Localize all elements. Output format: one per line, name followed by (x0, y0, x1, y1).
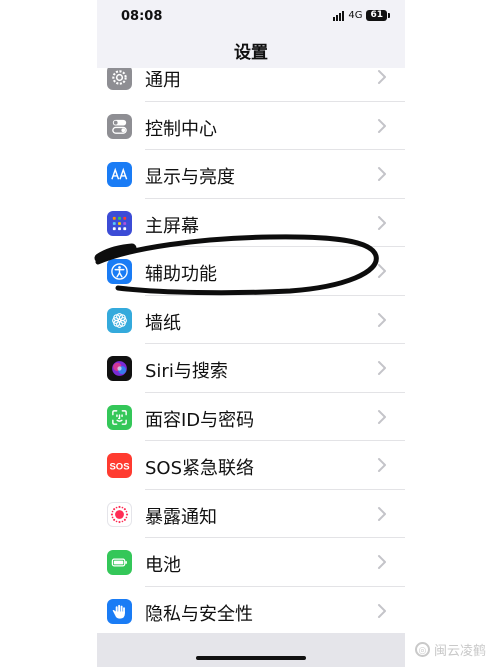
chevron-right-icon (378, 458, 386, 472)
settings-row-face-id-passcode[interactable]: 面容ID与密码 (97, 393, 405, 441)
chevron-right-icon (378, 361, 386, 375)
settings-row-label: 面容ID与密码 (145, 409, 255, 431)
chevron-right-icon (378, 312, 386, 327)
settings-row-label: SOS紧急联络 (145, 458, 255, 479)
chevron-right-icon (378, 215, 386, 230)
siri-icon (107, 356, 132, 381)
text-size-icon (107, 162, 132, 187)
settings-row-label: 控制中心 (145, 118, 217, 140)
settings-row-label: 通用 (145, 70, 181, 91)
status-time: 08:08 (121, 9, 163, 24)
settings-row-display-brightness[interactable]: 显示与亮度 (97, 150, 405, 199)
settings-list: 通用 控制中心 显示与亮度 主屏幕 辅助功能 墙纸 Siri与搜索 面容ID与密… (97, 68, 405, 633)
settings-row-exposure-notifications[interactable]: 暴露通知 (97, 490, 405, 538)
watermark-logo-icon: ◎ (414, 642, 430, 657)
face-id-icon (107, 404, 132, 430)
chevron-right-icon (378, 264, 386, 278)
signal-icon (333, 10, 345, 21)
settings-row-privacy-security[interactable]: 隐私与安全性 (97, 587, 405, 634)
settings-row-label: 暴露通知 (145, 506, 217, 528)
settings-row-general[interactable]: 通用 (97, 68, 405, 102)
home-grid-icon (107, 210, 132, 236)
watermark-text: 闽云凌鹤 (433, 644, 486, 659)
settings-row-wallpaper[interactable]: 墙纸 (97, 296, 405, 344)
gear-icon (107, 68, 132, 90)
toggle-icon (107, 113, 132, 139)
chevron-right-icon (378, 167, 386, 181)
status-bar: 08:08 4G 61 (97, 0, 405, 34)
phone-screen: 08:08 4G 61 设置 通用 控制中心 显示与亮度 主屏幕 辅助功能 墙纸… (97, 0, 405, 667)
flower-icon (107, 307, 132, 333)
settings-row-label: 辅助功能 (145, 264, 217, 285)
chevron-right-icon (378, 506, 386, 521)
settings-row-label: Siri与搜索 (145, 361, 228, 382)
settings-row-home-screen[interactable]: 主屏幕 (97, 199, 405, 247)
exposure-icon (107, 501, 132, 527)
settings-row-label: 显示与亮度 (145, 167, 235, 188)
battery-icon (107, 550, 132, 575)
status-indicators: 4G 61 (333, 10, 390, 21)
bottom-bar (97, 633, 405, 667)
network-type: 4G (348, 10, 363, 21)
battery-level: 61 (366, 10, 390, 21)
home-indicator[interactable] (196, 656, 306, 660)
settings-row-label: 电池 (145, 555, 181, 576)
chevron-right-icon (378, 603, 386, 618)
chevron-right-icon (378, 409, 386, 424)
chevron-right-icon (378, 70, 386, 84)
chevron-right-icon (378, 118, 386, 133)
hand-icon (107, 598, 132, 624)
settings-row-accessibility[interactable]: 辅助功能 (97, 247, 405, 296)
sos-icon: SOS (107, 453, 132, 478)
settings-row-label: 主屏幕 (145, 215, 199, 237)
chevron-right-icon (378, 555, 386, 569)
settings-row-siri-search[interactable]: Siri与搜索 (97, 344, 405, 393)
settings-row-label: 隐私与安全性 (145, 603, 253, 625)
svg-text:SOS: SOS (109, 461, 129, 472)
settings-row-label: 墙纸 (145, 312, 181, 334)
settings-row-battery[interactable]: 电池 (97, 538, 405, 587)
settings-row-control-center[interactable]: 控制中心 (97, 102, 405, 150)
watermark: ◎ 闽云凌鹤 (414, 640, 486, 659)
settings-row-emergency-sos[interactable]: SOS SOS紧急联络 (97, 441, 405, 490)
page-title: 设置 (234, 43, 268, 63)
accessibility-icon (107, 259, 132, 284)
